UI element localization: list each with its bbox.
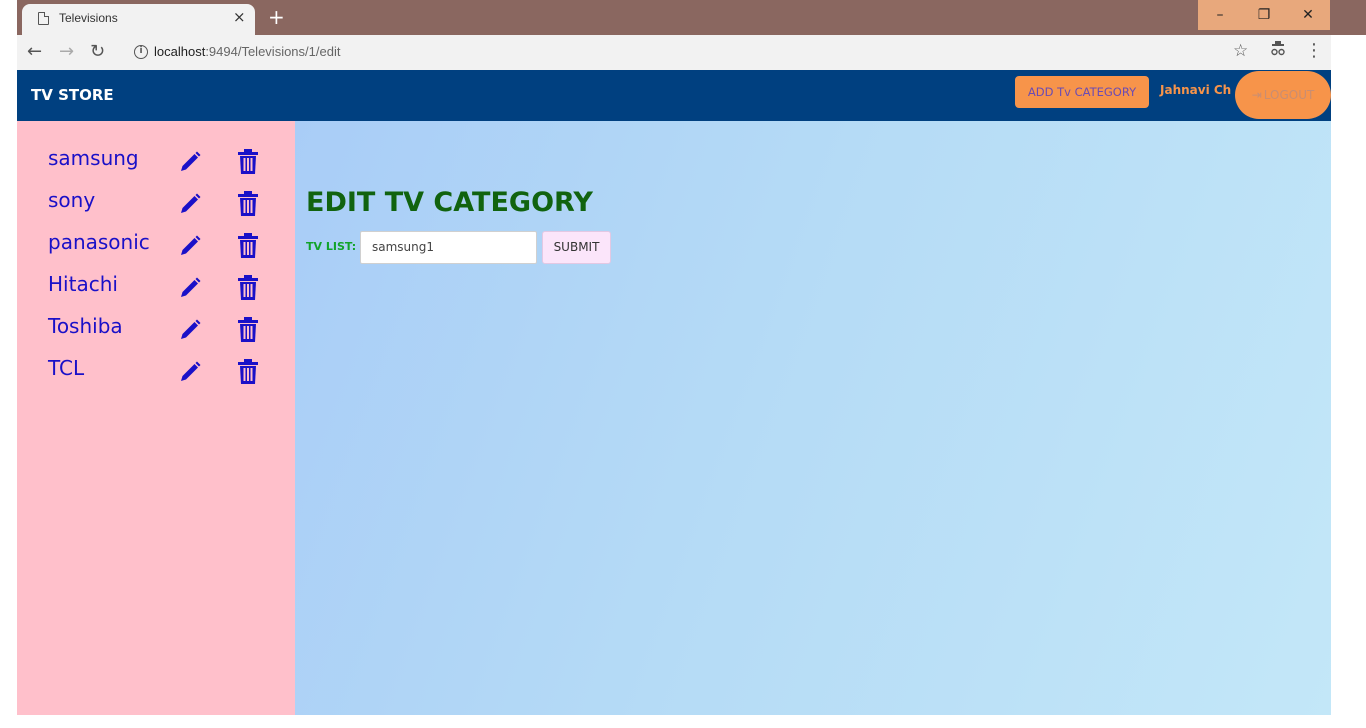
user-name: Jahnavi Ch xyxy=(1160,83,1232,97)
list-item: Toshiba xyxy=(17,309,295,349)
pencil-icon[interactable] xyxy=(178,276,202,300)
pencil-icon[interactable] xyxy=(178,150,202,174)
reload-icon[interactable]: ↻ xyxy=(90,41,105,62)
tab-close-icon[interactable]: × xyxy=(233,8,246,26)
back-arrow-icon[interactable]: ← xyxy=(27,41,42,62)
browser-toolbar: ← → ↻ i localhost:9494/Televisions/1/edi… xyxy=(17,35,1331,70)
url-text: localhost:9494/Televisions/1/edit xyxy=(154,44,341,59)
main-content: EDIT TV CATEGORY TV LIST: samsung1 SUBMI… xyxy=(295,121,1331,715)
page-icon xyxy=(38,12,49,25)
page-right-margin xyxy=(1331,35,1366,728)
forward-arrow-icon[interactable]: → xyxy=(59,41,74,62)
pencil-icon[interactable] xyxy=(178,234,202,258)
logout-icon: ⇥ xyxy=(1251,88,1262,102)
trash-icon[interactable] xyxy=(237,149,259,175)
page-bottom-margin xyxy=(17,715,1331,728)
window-minimize-button[interactable]: – xyxy=(1198,0,1242,30)
pencil-icon[interactable] xyxy=(178,360,202,384)
pencil-icon[interactable] xyxy=(178,192,202,216)
browser-tab[interactable]: Televisions × xyxy=(22,4,255,35)
category-link[interactable]: samsung xyxy=(48,146,139,170)
page-left-margin xyxy=(0,0,17,728)
page-title: EDIT TV CATEGORY xyxy=(306,187,593,218)
bookmark-star-icon[interactable]: ☆ xyxy=(1233,41,1248,61)
trash-icon[interactable] xyxy=(237,359,259,385)
logout-label: LOGOUT xyxy=(1263,88,1315,102)
browser-menu-icon[interactable]: ⋮ xyxy=(1305,40,1323,61)
category-link[interactable]: sony xyxy=(48,188,95,212)
address-bar[interactable]: i localhost:9494/Televisions/1/edit xyxy=(121,39,1271,66)
trash-icon[interactable] xyxy=(237,275,259,301)
tv-list-input[interactable]: samsung1 xyxy=(360,231,537,264)
pencil-icon[interactable] xyxy=(178,318,202,342)
app-header: TV STORE ADD Tv CATEGORY Jahnavi Ch ⇥ LOG… xyxy=(17,70,1331,121)
list-item: Hitachi xyxy=(17,267,295,307)
list-item: samsung xyxy=(17,141,295,181)
brand-title[interactable]: TV STORE xyxy=(31,86,114,104)
trash-icon[interactable] xyxy=(237,191,259,217)
category-sidebar: samsung sony panasonic Hitachi Toshiba T… xyxy=(17,121,295,715)
incognito-icon[interactable] xyxy=(1271,41,1285,61)
window-close-button[interactable]: ✕ xyxy=(1286,0,1330,30)
window-maximize-button[interactable]: ❐ xyxy=(1242,0,1286,30)
tv-list-label: TV LIST: xyxy=(306,240,357,253)
list-item: panasonic xyxy=(17,225,295,265)
new-tab-button[interactable]: + xyxy=(268,5,285,29)
category-link[interactable]: panasonic xyxy=(48,230,150,254)
category-link[interactable]: Toshiba xyxy=(48,314,123,338)
list-item: sony xyxy=(17,183,295,223)
tab-title: Televisions xyxy=(59,11,118,25)
category-link[interactable]: Hitachi xyxy=(48,272,118,296)
info-icon[interactable]: i xyxy=(134,45,148,59)
list-item: TCL xyxy=(17,351,295,391)
trash-icon[interactable] xyxy=(237,233,259,259)
logout-button[interactable]: ⇥ LOGOUT xyxy=(1235,71,1331,119)
submit-button[interactable]: SUBMIT xyxy=(542,231,611,264)
trash-icon[interactable] xyxy=(237,317,259,343)
category-link[interactable]: TCL xyxy=(48,356,84,380)
add-category-button[interactable]: ADD Tv CATEGORY xyxy=(1015,76,1149,108)
